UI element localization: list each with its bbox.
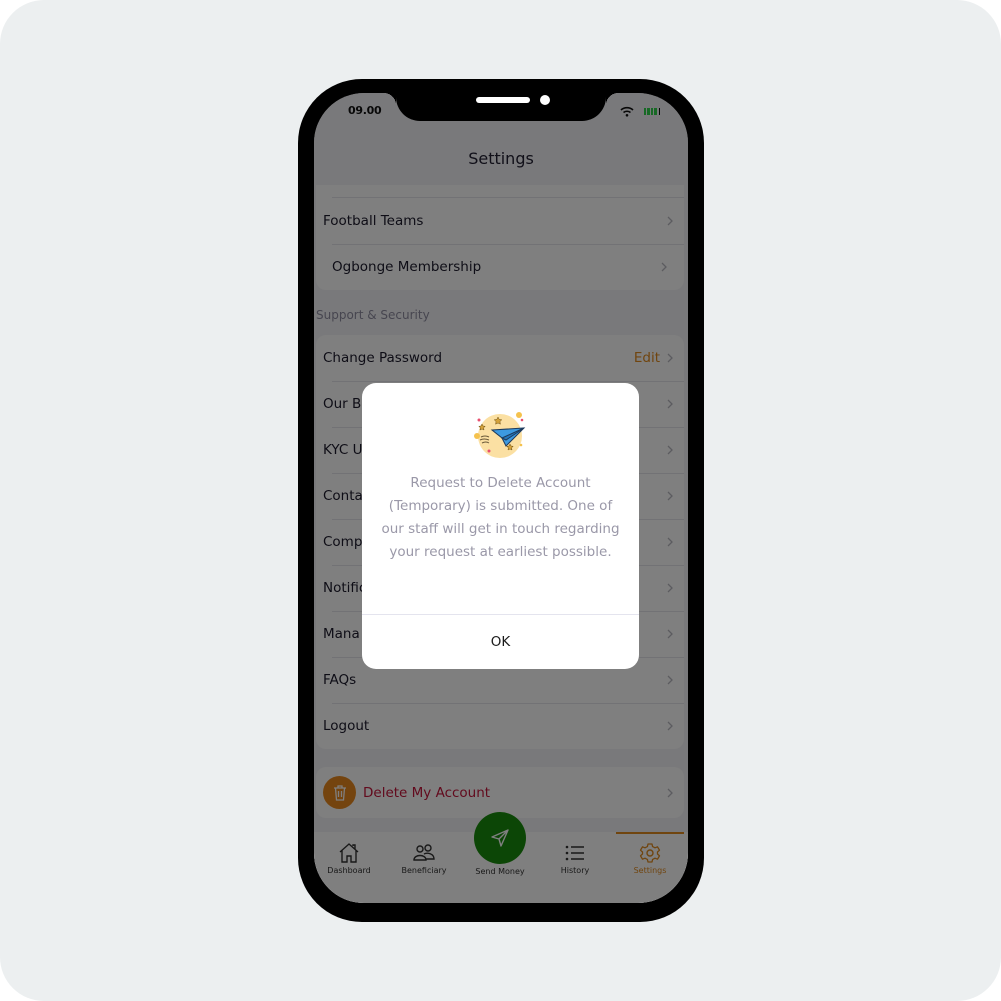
camera — [540, 95, 550, 105]
paper-plane-icon — [474, 412, 526, 458]
speaker — [476, 97, 530, 103]
dialog-message: Request to Delete Account (Temporary) is… — [381, 475, 620, 560]
ok-button[interactable]: OK — [362, 615, 639, 669]
notch — [384, 93, 618, 121]
confirmation-dialog: Request to Delete Account (Temporary) is… — [362, 383, 639, 669]
